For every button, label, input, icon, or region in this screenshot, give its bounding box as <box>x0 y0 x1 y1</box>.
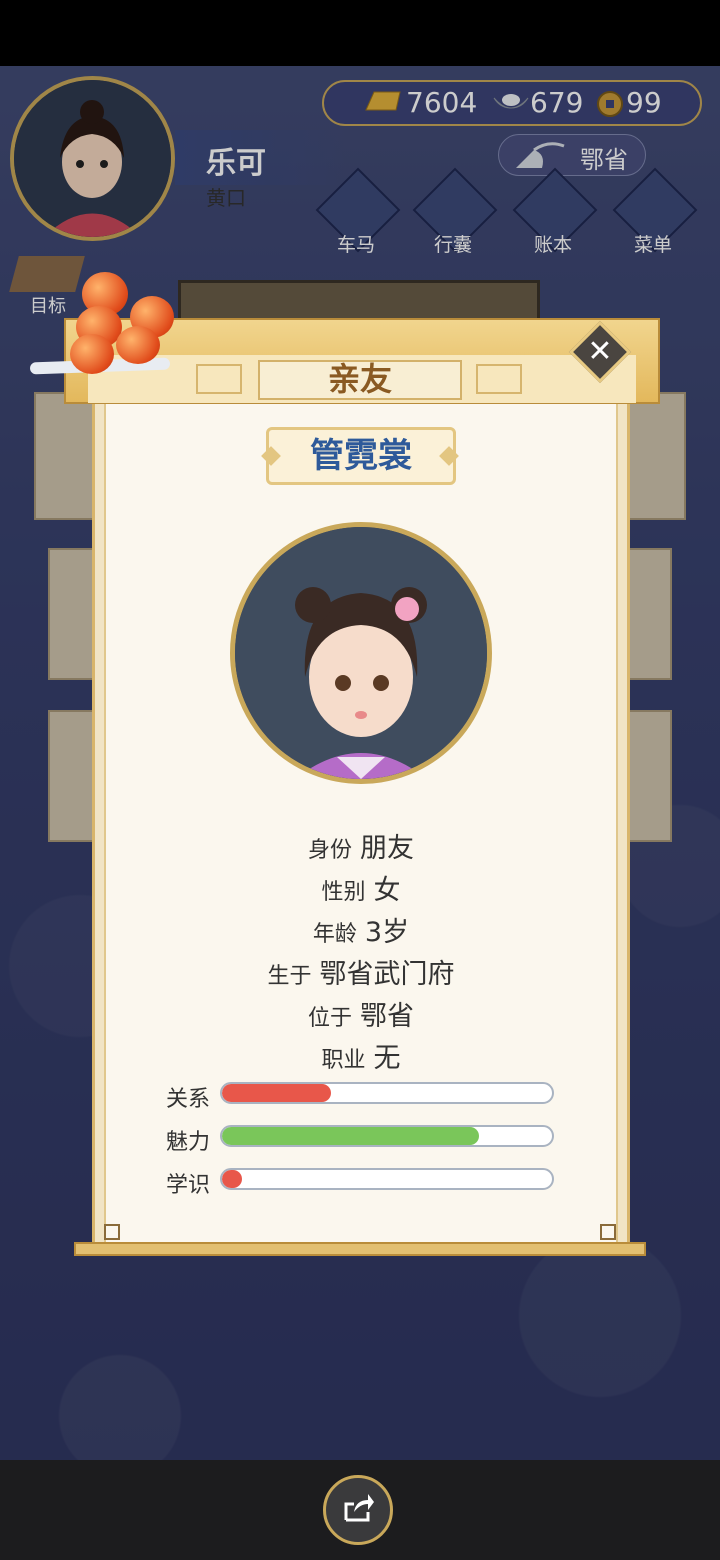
info-location: 位于 鄂省 <box>104 994 618 1033</box>
info-value: 3岁 <box>364 917 410 948</box>
info-birthplace: 生于 鄂省武门府 <box>104 952 618 991</box>
info-label: 年龄 <box>312 922 357 947</box>
header-decoration <box>196 364 242 394</box>
stat-bar-relationship <box>220 1082 554 1104</box>
info-occupation: 职业无 <box>104 1036 618 1075</box>
info-age: 年龄 3岁 <box>104 910 618 949</box>
panel-corner-ornament <box>104 1224 120 1240</box>
stat-bar-charm <box>220 1125 554 1147</box>
info-label: 身份 <box>307 838 352 863</box>
info-label: 生于 <box>267 964 312 989</box>
panel-bottom-rod <box>74 1242 646 1256</box>
header-decoration <box>476 364 522 394</box>
info-value: 无 <box>373 1043 401 1074</box>
panel-corner-ornament <box>600 1224 616 1240</box>
info-identity: 身份 朋友 <box>104 826 618 865</box>
share-button[interactable] <box>323 1475 393 1545</box>
stat-label-knowledge: 学识 <box>166 1173 211 1198</box>
stat-bar-knowledge <box>220 1168 554 1190</box>
stat-fill <box>222 1170 242 1188</box>
person-name: 管霓裳 <box>310 436 412 476</box>
stat-label-charm: 魅力 <box>166 1130 211 1155</box>
info-value: 朋友 <box>360 833 414 864</box>
stat-fill <box>222 1084 331 1102</box>
info-label: 职业 <box>321 1048 366 1073</box>
info-label: 位于 <box>307 1006 352 1031</box>
share-icon <box>340 1490 376 1530</box>
info-label: 性别 <box>321 880 366 905</box>
person-portrait <box>230 522 492 784</box>
info-value: 鄂省武门府 <box>319 959 455 990</box>
status-bar <box>0 0 720 66</box>
stat-label-relationship: 关系 <box>166 1087 211 1112</box>
info-gender: 性别女 <box>104 868 618 907</box>
stat-fill <box>222 1127 480 1145</box>
close-icon: ✕ <box>587 334 613 369</box>
info-value: 鄂省 <box>360 1001 414 1032</box>
modal-title: 亲友 <box>327 360 392 398</box>
info-value: 女 <box>373 875 401 906</box>
